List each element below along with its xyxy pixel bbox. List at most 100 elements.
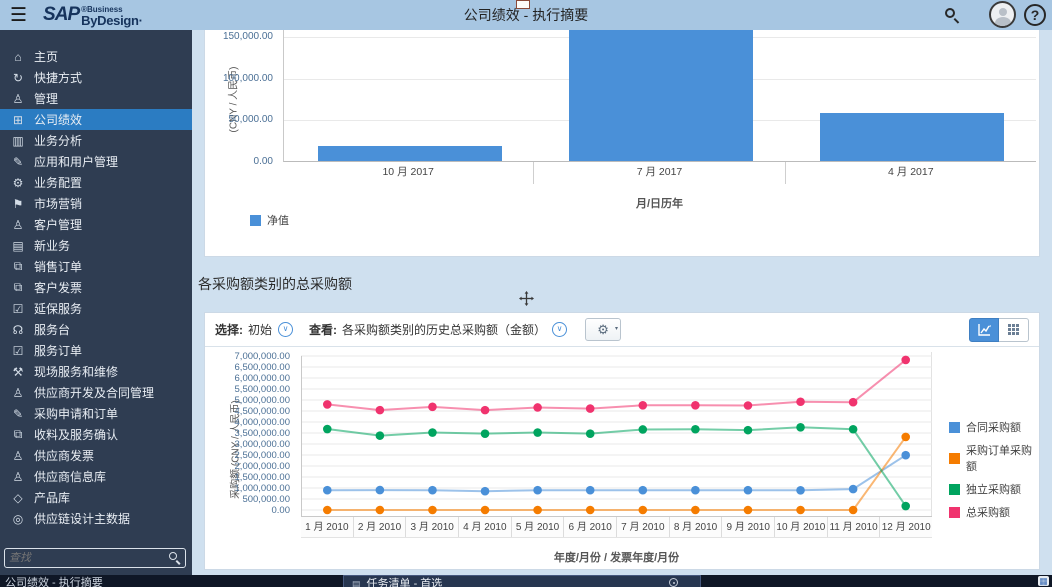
data-point[interactable] — [744, 506, 753, 515]
sidebar-search-input[interactable] — [9, 552, 167, 564]
legend-item-net-value[interactable]: 净值 — [250, 212, 289, 228]
sidebar-item-shortcuts[interactable]: ↻快捷方式 — [0, 67, 192, 88]
sidebar-item-supplier-base[interactable]: ♙供应商信息库 — [0, 466, 192, 487]
data-point[interactable] — [691, 425, 700, 434]
select-value[interactable]: 初始 — [248, 321, 272, 338]
sidebar-item-marketing[interactable]: ⚑市场营销 — [0, 193, 192, 214]
main-content: (CNY / 人民币) 0.0050,000.00100,000.00150,0… — [192, 30, 1052, 575]
bar-4月2017[interactable] — [820, 113, 1004, 161]
data-point[interactable] — [533, 403, 542, 412]
data-point[interactable] — [586, 486, 595, 495]
sidebar-item-supply-chain-master-data[interactable]: ◎供应链设计主数据 — [0, 508, 192, 529]
taskbar-tab-tasklist[interactable]: ▤ 任务清单 - 首选 — [343, 575, 701, 587]
data-point[interactable] — [376, 431, 385, 440]
chart-settings-button[interactable]: ⚙ ▾ — [585, 318, 621, 341]
data-point[interactable] — [849, 425, 858, 434]
data-point[interactable] — [481, 506, 490, 515]
data-point[interactable] — [428, 428, 437, 437]
view-value[interactable]: 各采购额类别的历史总采购额（金额） — [342, 321, 546, 338]
data-point[interactable] — [796, 423, 805, 432]
sidebar-item-service-desk[interactable]: ☊服务台 — [0, 319, 192, 340]
sidebar-item-business-analytics[interactable]: ▥业务分析 — [0, 130, 192, 151]
taskbar-corner-icon[interactable]: ▦ — [1038, 576, 1049, 586]
data-point[interactable] — [744, 486, 753, 495]
data-point[interactable] — [691, 506, 700, 515]
data-point[interactable] — [691, 401, 700, 410]
data-point[interactable] — [638, 425, 647, 434]
sidebar-search-icon[interactable] — [167, 551, 181, 565]
user-avatar[interactable] — [989, 1, 1016, 28]
data-point[interactable] — [428, 506, 437, 515]
line-chart-plot-area — [301, 352, 932, 516]
data-point[interactable] — [323, 400, 332, 409]
data-point[interactable] — [849, 485, 858, 494]
sidebar-item-customer-invoicing[interactable]: ⧉客户发票 — [0, 277, 192, 298]
x-tick-label: 2 月 2010 — [353, 517, 406, 537]
sidebar-item-new-business[interactable]: ▤新业务 — [0, 235, 192, 256]
sidebar-item-business-configuration[interactable]: ⚙业务配置 — [0, 172, 192, 193]
search-icon[interactable] — [944, 7, 960, 23]
data-point[interactable] — [691, 486, 700, 495]
chart-toolbar: 选择: 初始 ∨ 查看: 各采购额类别的历史总采购额（金额） ∨ ⚙ ▾ — [205, 313, 1039, 347]
view-dropdown-icon[interactable]: ∨ — [552, 322, 567, 337]
data-point[interactable] — [638, 506, 647, 515]
data-point[interactable] — [376, 506, 385, 515]
logo-sap-text: SAP — [43, 4, 79, 26]
data-point[interactable] — [849, 506, 858, 515]
data-point[interactable] — [428, 403, 437, 412]
menu-icon[interactable]: ☰ — [10, 6, 27, 25]
sidebar-item-customer-management[interactable]: ♙客户管理 — [0, 214, 192, 235]
data-point[interactable] — [586, 506, 595, 515]
sidebar-item-goods-service-receipts[interactable]: ⧉收料及服务确认 — [0, 424, 192, 445]
sidebar-item-sales-orders[interactable]: ⧉销售订单 — [0, 256, 192, 277]
data-point[interactable] — [533, 506, 542, 515]
data-point[interactable] — [481, 487, 490, 496]
sidebar-item-warranty-service[interactable]: ☑延保服务 — [0, 298, 192, 319]
legend-item-独立采购额[interactable]: 独立采购额 — [949, 481, 1039, 497]
data-point[interactable] — [849, 398, 858, 407]
sidebar-item-home[interactable]: ⌂主页 — [0, 46, 192, 67]
sidebar-item-company-performance[interactable]: ⊞公司绩效 — [0, 109, 192, 130]
data-point[interactable] — [481, 429, 490, 438]
data-point[interactable] — [323, 425, 332, 434]
legend-item-合同采购额[interactable]: 合同采购额 — [949, 419, 1039, 435]
sidebar-item-field-service-repair[interactable]: ⚒现场服务和维修 — [0, 361, 192, 382]
data-point[interactable] — [481, 406, 490, 415]
data-point[interactable] — [533, 486, 542, 495]
data-point[interactable] — [376, 486, 385, 495]
data-point[interactable] — [428, 486, 437, 495]
help-button[interactable]: ? — [1024, 4, 1046, 26]
data-point[interactable] — [638, 486, 647, 495]
data-point[interactable] — [323, 486, 332, 495]
data-point[interactable] — [901, 502, 910, 511]
data-point[interactable] — [901, 451, 910, 460]
sidebar-item-administration[interactable]: ♙管理 — [0, 88, 192, 109]
table-view-button[interactable] — [999, 318, 1029, 342]
data-point[interactable] — [744, 426, 753, 435]
bar-10月2017[interactable] — [318, 146, 502, 161]
taskbar-window-label[interactable]: 公司绩效 - 执行摘要 — [0, 575, 343, 587]
sidebar-item-supplier-development-contract[interactable]: ♙供应商开发及合同管理 — [0, 382, 192, 403]
sidebar-item-application-user-management[interactable]: ✎应用和用户管理 — [0, 151, 192, 172]
data-point[interactable] — [638, 401, 647, 410]
sidebar-item-service-orders[interactable]: ☑服务订单 — [0, 340, 192, 361]
legend-item-总采购额[interactable]: 总采购额 — [949, 504, 1039, 520]
bar-7月2017[interactable] — [569, 30, 753, 161]
data-point[interactable] — [323, 506, 332, 515]
data-point[interactable] — [533, 428, 542, 437]
data-point[interactable] — [901, 356, 910, 365]
select-dropdown-icon[interactable]: ∨ — [278, 322, 293, 337]
legend-item-采购订单采购额[interactable]: 采购订单采购额 — [949, 442, 1039, 474]
chart-view-button[interactable] — [969, 318, 999, 342]
data-point[interactable] — [796, 506, 805, 515]
data-point[interactable] — [586, 404, 595, 413]
data-point[interactable] — [796, 486, 805, 495]
data-point[interactable] — [586, 429, 595, 438]
sidebar-item-purchase-requests-orders[interactable]: ✎采购申请和订单 — [0, 403, 192, 424]
data-point[interactable] — [744, 401, 753, 410]
data-point[interactable] — [901, 433, 910, 442]
data-point[interactable] — [796, 397, 805, 406]
data-point[interactable] — [376, 406, 385, 415]
sidebar-item-supplier-invoicing[interactable]: ♙供应商发票 — [0, 445, 192, 466]
sidebar-item-product-portfolio[interactable]: ◇产品库 — [0, 487, 192, 508]
